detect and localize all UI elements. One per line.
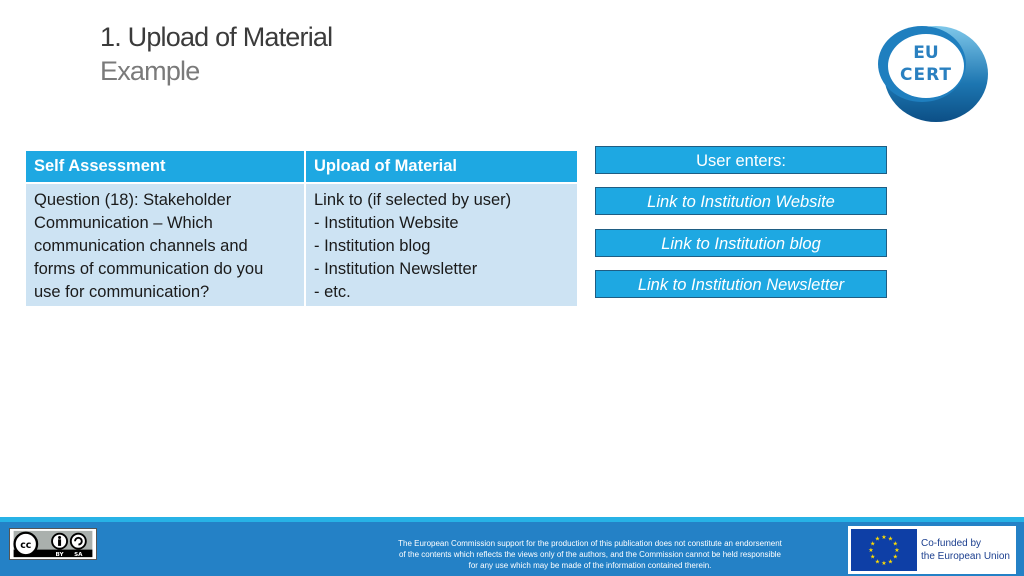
logo-text-line2: CERT (900, 65, 952, 85)
cc-by-sa-license-badge: cc BY SA (9, 528, 97, 560)
eu-cert-logo: EU CERT (878, 26, 988, 122)
eu-cofunded-line: Co-funded by (921, 538, 982, 549)
question-line: Question (18): Stakeholder (34, 191, 232, 209)
eu-star: ★ (894, 547, 899, 554)
upload-line: Link to (if selected by user) (314, 191, 512, 209)
eu-flag-icon: ★ ★★★★★★★★★★★ (851, 529, 917, 571)
upload-cell: Link to (if selected by user) - Institut… (304, 182, 579, 308)
eu-cofunded-text: Co-funded by the European Union (921, 537, 1010, 563)
table-header-row: Self Assessment Upload of Material (24, 149, 579, 184)
cc-icon: cc (13, 531, 39, 557)
eu-star: ★ (875, 558, 880, 565)
slide-title: 1. Upload of Material (100, 22, 333, 52)
eu-cofunded-badge: ★ ★ ★ ★ ★ ★ ★ ★ ★ ★ ★ ★ Co-funded by the European U… (848, 526, 1016, 574)
logo-text-line1: EU (913, 43, 938, 63)
disclaimer-line: of the contents which reflects the views… (399, 550, 781, 559)
column-header-upload-material: Upload of Material (304, 149, 579, 184)
eu-star: ★ (868, 547, 873, 554)
eu-star: ★ (881, 560, 886, 567)
column-header-self-assessment: Self Assessment (24, 149, 306, 184)
eu-star: ★ (893, 541, 898, 548)
eu-star: ★ (881, 534, 886, 541)
link-institution-website-box[interactable]: Link to Institution Website (595, 187, 887, 215)
question-line: forms of communication do you (34, 260, 264, 278)
link-institution-blog-box[interactable]: Link to Institution blog (595, 229, 887, 257)
eu-cofunded-line: the European Union (921, 551, 1010, 562)
disclaimer-line: The European Commission support for the … (398, 539, 782, 548)
eu-star: ★ (875, 536, 880, 543)
license-by-label: BY (56, 552, 65, 558)
svg-text:cc: cc (20, 540, 31, 551)
upload-line: - Institution Website (314, 214, 459, 232)
eu-star: ★ (893, 554, 898, 561)
user-enters-heading: User enters: (595, 146, 887, 174)
assessment-table: Self Assessment Upload of Material Quest… (24, 149, 579, 308)
eu-star: ★ (870, 554, 875, 561)
table-row: Question (18): Stakeholder Communication… (24, 182, 579, 308)
question-cell: Question (18): Stakeholder Communication… (24, 182, 306, 308)
eu-star: ★ (888, 558, 893, 565)
question-line: Communication – Which (34, 214, 213, 232)
disclaimer-line: for any use which may be made of the inf… (468, 561, 712, 570)
upload-line: - Institution Newsletter (314, 260, 478, 278)
attribution-icon (51, 532, 68, 550)
slide-subtitle: Example (100, 56, 200, 86)
link-institution-newsletter-box[interactable]: Link to Institution Newsletter (595, 270, 887, 298)
share-alike-icon (69, 532, 87, 550)
upload-line: - Institution blog (314, 237, 431, 255)
question-line: communication channels and (34, 237, 248, 255)
upload-line: - etc. (314, 283, 351, 301)
question-line: use for communication? (34, 283, 210, 301)
license-sa-label: SA (74, 552, 83, 558)
eu-disclaimer: The European Commission support for the … (360, 538, 820, 571)
